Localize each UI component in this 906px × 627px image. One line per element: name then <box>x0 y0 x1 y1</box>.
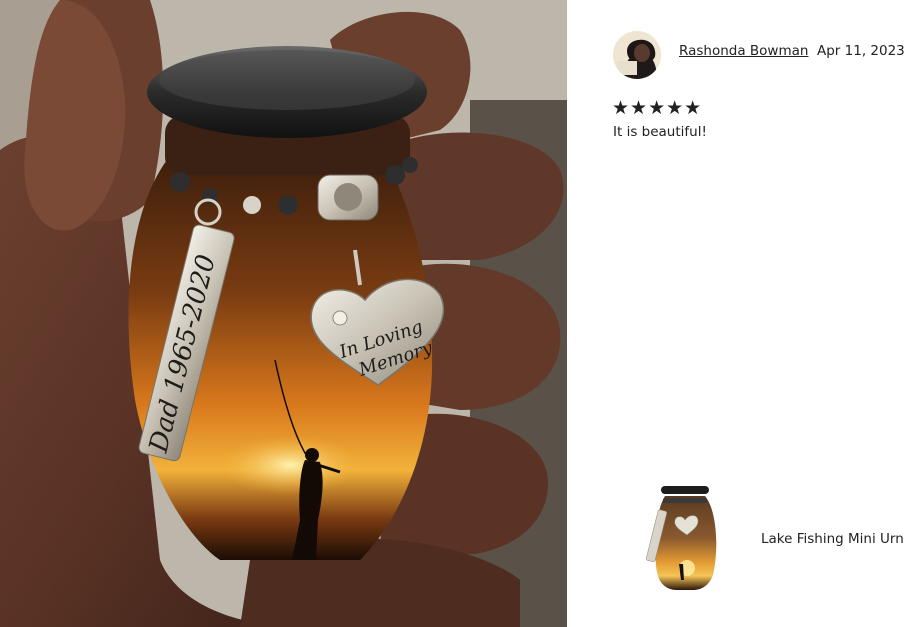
review-date: Apr 11, 2023 <box>817 43 905 59</box>
product-name-link[interactable]: Lake Fishing Mini Urn <box>761 531 904 547</box>
reviewer-name-link[interactable]: Rashonda Bowman <box>679 43 808 59</box>
review-photo[interactable]: Dad 1965-2020 In Loving Memory <box>0 0 567 627</box>
reviewer-avatar[interactable] <box>613 31 661 79</box>
review-text: It is beautiful! <box>613 124 707 140</box>
star-rating: ★★★★★ <box>612 97 703 119</box>
product-thumbnail[interactable] <box>643 480 723 595</box>
